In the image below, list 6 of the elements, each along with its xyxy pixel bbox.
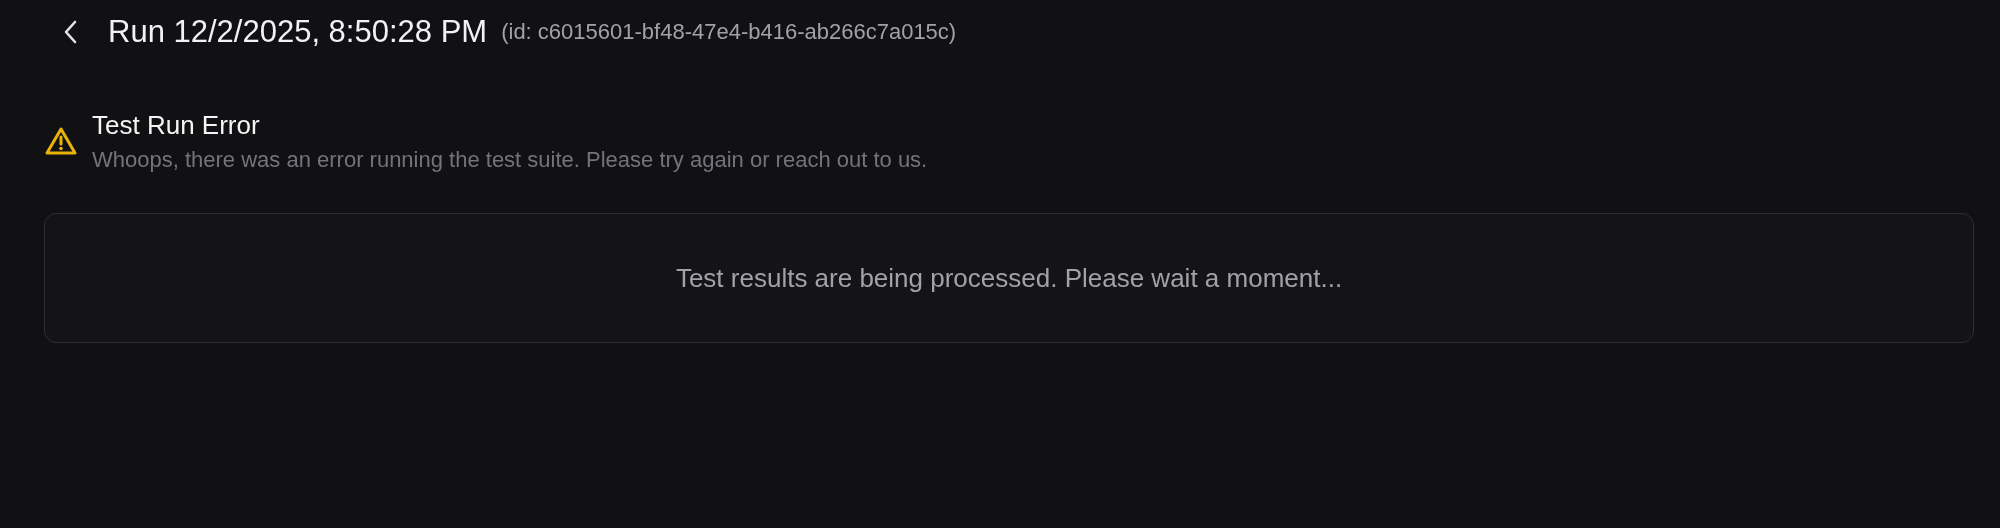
alert-title: Test Run Error xyxy=(92,110,261,141)
run-id: (id: c6015601-bf48-47e4-b416-ab266c7a015c) xyxy=(501,19,957,45)
run-title: Run 12/2/2025, 8:50:28 PM xyxy=(108,14,488,50)
alert-message: Whoops, there was an error running the test suite. Please try again or reach out to us. xyxy=(92,147,928,173)
warning-icon xyxy=(44,126,78,156)
results-message: Test results are being processed. Please wait a moment... xyxy=(675,262,1343,294)
